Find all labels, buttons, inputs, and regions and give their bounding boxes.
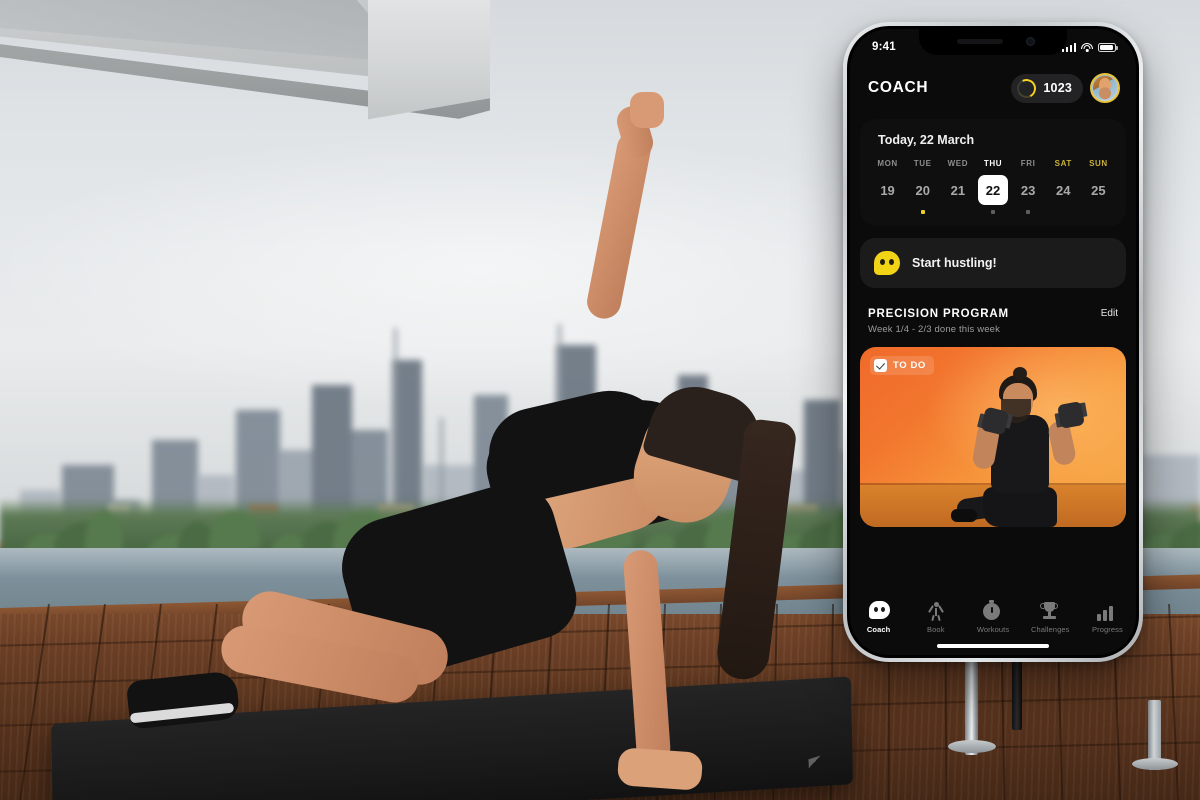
- program-section-header: PRECISION PROGRAM Week 1/4 - 2/3 done th…: [868, 308, 1118, 335]
- edit-program-link[interactable]: Edit: [1101, 308, 1118, 319]
- tab-label: Progress: [1092, 625, 1123, 634]
- calendar-day-number: 23: [1020, 182, 1036, 198]
- calendar-day-number: 21: [950, 182, 966, 198]
- calendar-day-number: 24: [1056, 182, 1071, 198]
- today-label: Today, 22 March: [878, 133, 975, 147]
- tab-coach[interactable]: Coach: [850, 601, 907, 634]
- dark-pole: [1012, 652, 1022, 730]
- signal-bars-icon: [1061, 42, 1076, 52]
- calendar-day-20[interactable]: TUE 20: [905, 159, 940, 214]
- calendar-dow-label: SAT: [1054, 159, 1072, 168]
- program-title: PRECISION PROGRAM: [868, 308, 1009, 320]
- workout-thumbnail-figure: [951, 367, 1085, 527]
- calendar-day-25[interactable]: SUN 25: [1081, 159, 1116, 214]
- calendar-dow-label: THU: [983, 159, 1003, 168]
- wifi-icon: [1081, 42, 1093, 52]
- tab-progress[interactable]: Progress: [1079, 601, 1136, 634]
- calendar-day-19[interactable]: MON 19: [870, 159, 905, 214]
- calendar-dow-label: SUN: [1089, 159, 1108, 168]
- tab-challenges[interactable]: Challenges: [1022, 601, 1079, 634]
- calendar-dow-label: MON: [877, 159, 898, 168]
- points-badge[interactable]: 1023: [1011, 73, 1083, 103]
- trophy-icon: [1040, 601, 1060, 621]
- person-icon: [926, 601, 946, 622]
- coin-ring-icon: [1014, 76, 1039, 100]
- calendar-day-22[interactable]: THU 22: [975, 159, 1010, 214]
- app-content: Today, 22 March MON 19 TUE 20 WED 21 THU 22 FRI 2…: [850, 119, 1136, 527]
- checkbox-checked-icon[interactable]: [874, 359, 887, 372]
- calendar-day-number: 19: [880, 182, 895, 198]
- athlete-figure: [90, 92, 850, 800]
- calendar-dow-label: FRI: [1020, 159, 1036, 168]
- status-badge: TO DO: [870, 356, 934, 375]
- app-header: COACH 1023: [850, 59, 1136, 119]
- start-hustling-label: Start hustling!: [912, 256, 997, 270]
- calendar-day-number: 22: [985, 182, 1001, 198]
- battery-icon: [1098, 42, 1118, 52]
- calendar-dow-label: WED: [947, 159, 969, 168]
- tab-label: Book: [927, 625, 945, 634]
- calendar-day-dot: [920, 210, 925, 214]
- coach-face-icon: [874, 251, 900, 275]
- calendar-day-dot: [1061, 210, 1065, 214]
- home-indicator[interactable]: [937, 643, 1049, 648]
- railing-pole-base: [948, 740, 996, 753]
- calendar-day-dot: [956, 210, 960, 214]
- status-time: 9:41: [872, 41, 896, 53]
- railing-pole-right-base: [1132, 758, 1178, 770]
- workout-card[interactable]: TO DO: [860, 347, 1126, 527]
- program-subtitle: Week 1/4 - 2/3 done this week: [868, 324, 1000, 335]
- tab-label: Challenges: [1030, 625, 1070, 634]
- phone-screen: 9:41 COACH 1023 Today, 22 March MON 19 TUE…: [850, 29, 1136, 655]
- todo-label: TO DO: [893, 360, 926, 371]
- tab-book[interactable]: Book: [907, 601, 964, 634]
- calendar-day-dot: [886, 210, 890, 214]
- calendar-day-23[interactable]: FRI 23: [1011, 159, 1046, 214]
- calendar-day-number: 20: [915, 182, 930, 198]
- avatar[interactable]: [1090, 73, 1120, 103]
- tab-workouts[interactable]: Workouts: [964, 600, 1021, 634]
- start-hustling-banner[interactable]: Start hustling!: [860, 238, 1126, 288]
- calendar-dow-label: TUE: [913, 159, 932, 168]
- calendar-day-number: 25: [1091, 182, 1106, 198]
- tab-label: Workouts: [976, 625, 1010, 634]
- calendar-day-24[interactable]: SAT 24: [1046, 159, 1081, 214]
- page-title: COACH: [868, 79, 929, 96]
- coach-face-icon: [868, 601, 890, 621]
- calendar-day-dot: [1096, 210, 1100, 214]
- stopwatch-icon: [983, 600, 1003, 621]
- calendar-day-dot: [990, 210, 995, 214]
- week-strip[interactable]: MON 19 TUE 20 WED 21 THU 22 FRI 23 SAT 24 SUN 25: [870, 159, 1116, 214]
- tab-label: Coach: [866, 625, 891, 634]
- calendar-day-dot: [1026, 210, 1031, 214]
- status-bar: 9:41: [850, 29, 1136, 59]
- today-card: Today, 22 March MON 19 TUE 20 WED 21 THU 22 FRI 2…: [860, 119, 1126, 226]
- calendar-day-21[interactable]: WED 21: [940, 159, 975, 214]
- points-value: 1023: [1043, 81, 1072, 95]
- bar-chart-icon: [1097, 601, 1117, 621]
- concrete-canopy: [0, 0, 490, 140]
- phone-mockup: 9:41 COACH 1023 Today, 22 March MON 19 TUE…: [843, 22, 1143, 662]
